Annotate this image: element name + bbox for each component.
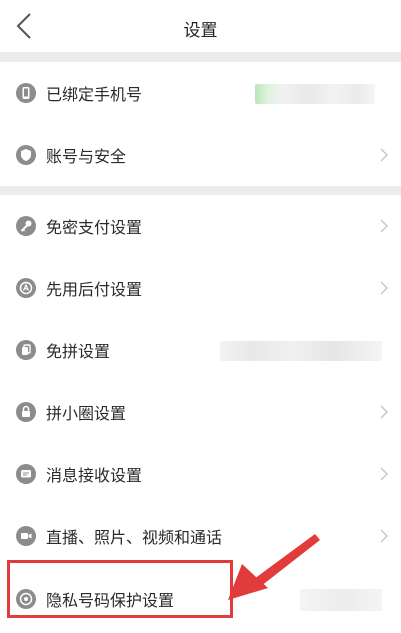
- section-divider: [0, 52, 401, 62]
- privacy-icon: [16, 589, 36, 609]
- blurred-value: [220, 341, 382, 361]
- settings-item-label: 账号与安全: [46, 147, 127, 166]
- section-divider: [0, 186, 401, 195]
- settings-item-label: 直播、照片、视频和通话: [46, 528, 223, 547]
- settings-item-circle[interactable]: 拼小圈设置: [0, 381, 401, 443]
- copy-icon: [16, 340, 36, 360]
- chevron-right-icon: [380, 529, 389, 543]
- chevron-right-icon: [380, 219, 389, 233]
- settings-item-account-security[interactable]: 账号与安全: [0, 124, 401, 186]
- chevron-right-icon: [380, 148, 389, 162]
- video-icon: [16, 526, 36, 546]
- phone-icon: [16, 83, 36, 103]
- settings-item-bound-phone[interactable]: 已绑定手机号: [0, 62, 401, 124]
- chevron-right-icon: [380, 281, 389, 295]
- chevron-right-icon: [380, 405, 389, 419]
- key-icon: [16, 216, 36, 236]
- blurred-phone-number: [255, 84, 375, 104]
- settings-item-label: 已绑定手机号: [46, 85, 143, 104]
- settings-item-pay-later[interactable]: 先用后付设置: [0, 257, 401, 319]
- chevron-right-icon: [380, 467, 389, 481]
- lock-icon: [16, 402, 36, 422]
- settings-item-label: 拼小圈设置: [46, 404, 127, 423]
- pay-later-icon: [16, 278, 36, 298]
- settings-item-privacy-number-protection[interactable]: 隐私号码保护设置: [0, 567, 401, 631]
- settings-item-label: 隐私号码保护设置: [46, 591, 175, 610]
- settings-item-message-receive[interactable]: 消息接收设置: [0, 443, 401, 505]
- settings-item-label: 免密支付设置: [46, 218, 143, 237]
- settings-item-group-free[interactable]: 免拼设置: [0, 319, 401, 381]
- message-icon: [16, 464, 36, 484]
- blurred-value: [300, 589, 382, 611]
- settings-item-label: 消息接收设置: [46, 466, 143, 485]
- settings-item-label: 免拼设置: [46, 342, 111, 361]
- header-bar: 设置: [0, 0, 401, 52]
- settings-item-live-photo-video-call[interactable]: 直播、照片、视频和通话: [0, 505, 401, 567]
- settings-item-password-free-payment[interactable]: 免密支付设置: [0, 195, 401, 257]
- shield-icon: [16, 145, 36, 165]
- settings-item-label: 先用后付设置: [46, 280, 143, 299]
- page-title: 设置: [183, 21, 218, 41]
